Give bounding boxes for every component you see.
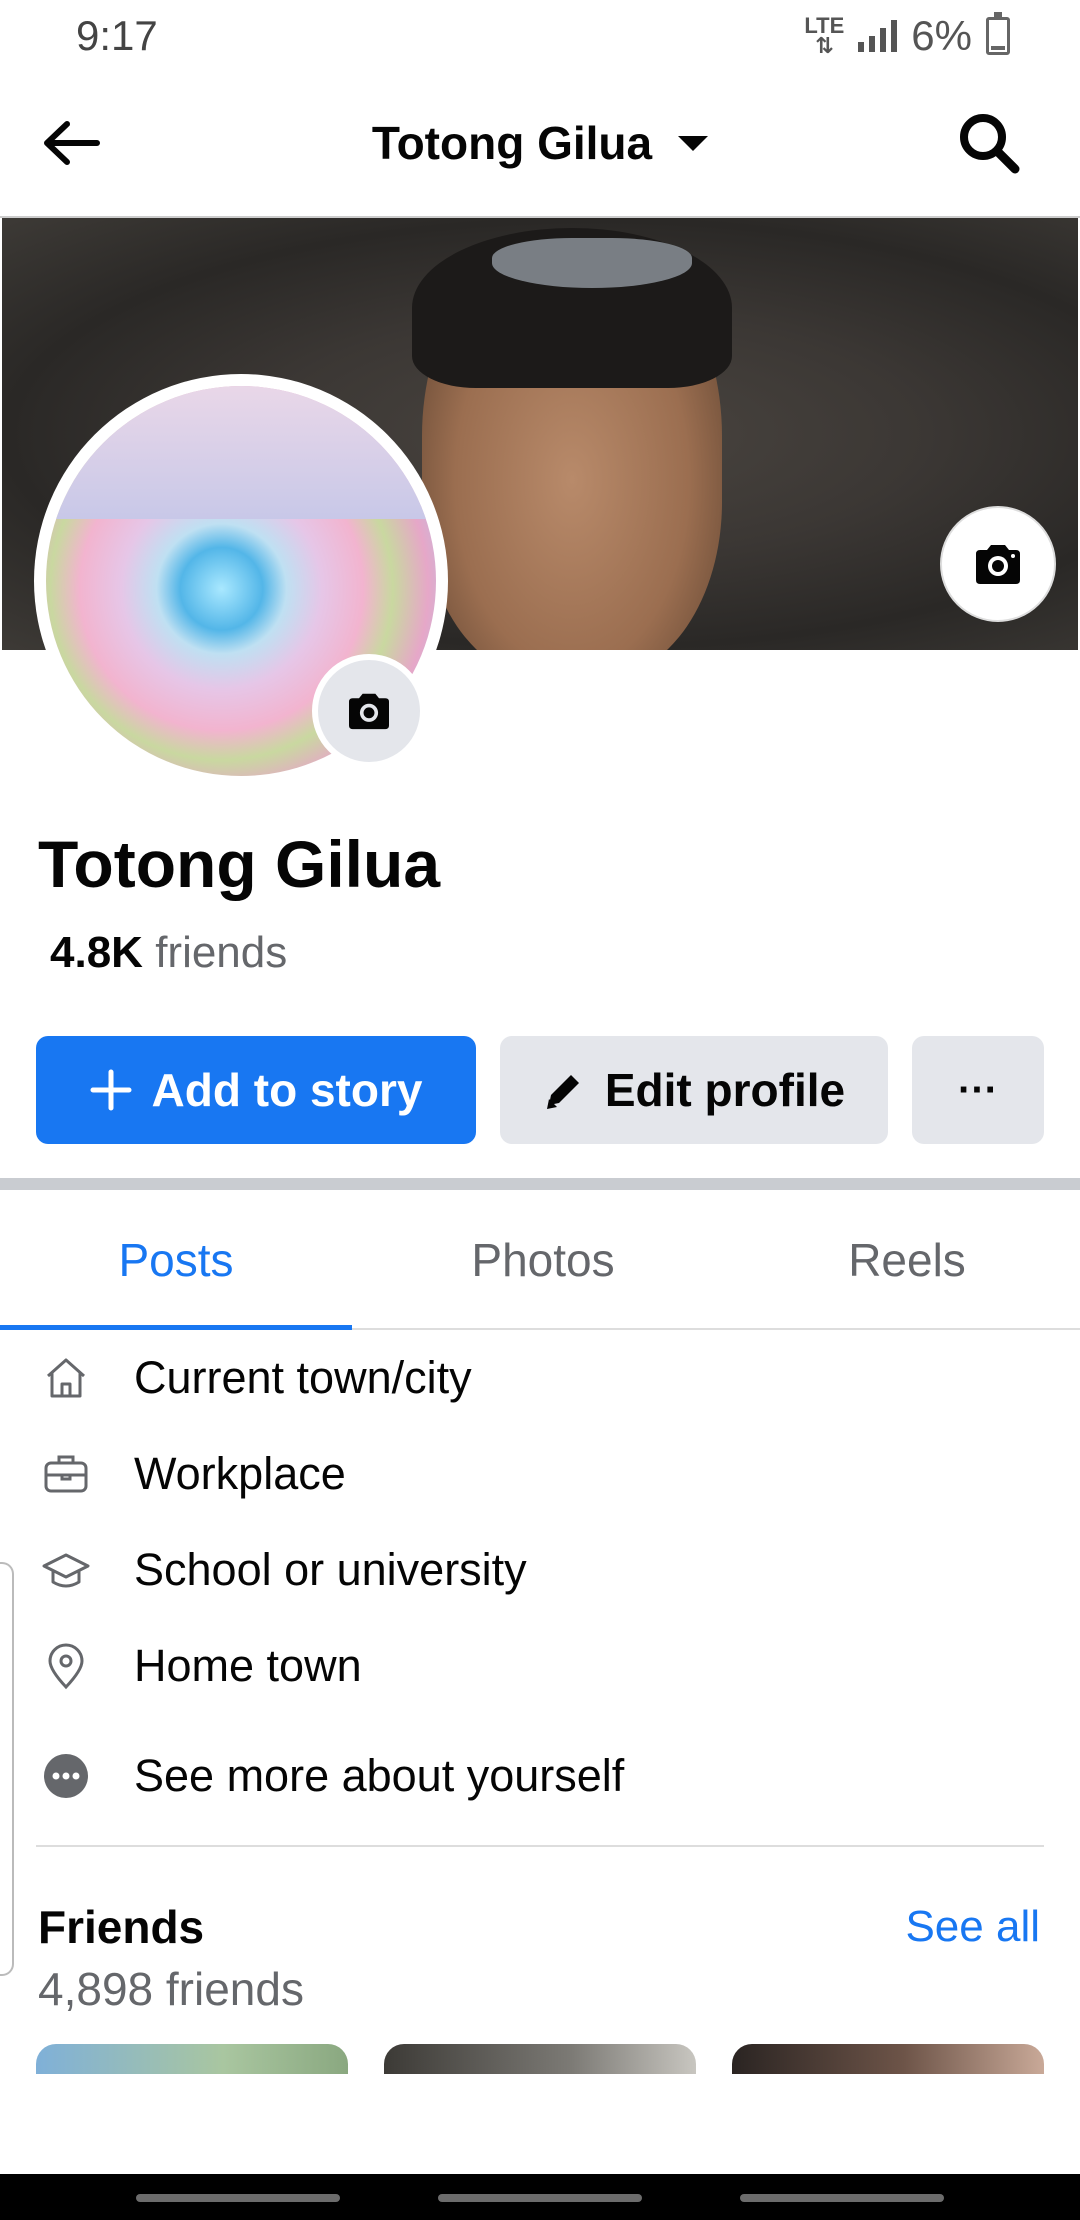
nav-home-button[interactable] — [438, 2194, 642, 2202]
cover-glasses — [492, 238, 692, 288]
friend-thumbnail[interactable] — [732, 2044, 1044, 2074]
nav-recents-button[interactable] — [136, 2194, 340, 2202]
header-title: Totong Gilua — [371, 117, 653, 169]
detail-current-town[interactable]: Current town/city — [0, 1330, 1080, 1426]
see-all-friends-link[interactable]: See all — [905, 1902, 1040, 1952]
status-bar: 9:17 LTE ⇅ 6% — [0, 0, 1080, 72]
battery-percent: 6% — [911, 12, 972, 59]
app-header: Totong Gilua — [0, 72, 1080, 218]
home-icon — [40, 1352, 92, 1404]
lte-icon: LTE ⇅ — [804, 15, 844, 58]
briefcase-icon — [40, 1448, 92, 1500]
add-to-story-label: Add to story — [151, 1064, 423, 1116]
detail-home-town[interactable]: Home town — [0, 1618, 1080, 1714]
camera-icon — [976, 545, 1020, 584]
signal-icon — [858, 20, 898, 52]
profile-switcher[interactable]: Totong Gilua — [0, 116, 1080, 170]
more-options-button[interactable]: ··· — [912, 1036, 1044, 1144]
detail-school[interactable]: School or university — [0, 1522, 1080, 1618]
more-dots-icon: ··· — [958, 1067, 998, 1112]
status-time: 9:17 — [76, 12, 158, 59]
add-to-story-button[interactable]: Add to story — [36, 1036, 476, 1144]
see-more-about-button[interactable]: See more about yourself — [0, 1728, 1080, 1824]
edit-profile-picture-button[interactable] — [312, 654, 426, 768]
friend-thumbnail[interactable] — [384, 2044, 696, 2074]
divider — [36, 1845, 1044, 1847]
friends-count-short: 4.8K — [50, 928, 143, 977]
graduation-cap-icon — [40, 1544, 92, 1596]
profile-tabs: Posts Photos Reels — [0, 1190, 1080, 1330]
status-icons: LTE ⇅ 6% — [804, 12, 1010, 60]
avatar-sky — [46, 386, 436, 519]
chevron-down-icon — [678, 135, 709, 151]
detail-label: See more about yourself — [134, 1750, 625, 1801]
data-arrows-icon: ⇅ — [815, 33, 834, 58]
section-separator — [0, 1178, 1080, 1190]
friends-section-title: Friends — [38, 1901, 205, 1953]
pencil-icon — [546, 1075, 579, 1109]
friends-summary[interactable]: 4.8K friends — [50, 928, 287, 978]
edit-cover-button[interactable] — [940, 506, 1056, 622]
detail-workplace[interactable]: Workplace — [0, 1426, 1080, 1522]
friends-count: 4,898 friends — [38, 1963, 304, 2015]
tab-photos[interactable]: Photos — [352, 1190, 734, 1330]
camera-icon — [349, 693, 389, 730]
location-pin-icon — [40, 1640, 92, 1692]
profile-name: Totong Gilua — [38, 827, 441, 901]
edit-profile-button[interactable]: Edit profile — [500, 1036, 888, 1144]
search-icon — [960, 114, 1020, 174]
battery-icon — [986, 12, 1010, 55]
detail-label: School or university — [134, 1544, 527, 1595]
nav-back-button[interactable] — [740, 2194, 944, 2202]
detail-label: Current town/city — [134, 1352, 472, 1403]
plus-icon — [90, 1069, 132, 1111]
detail-label: Home town — [134, 1640, 362, 1691]
friend-thumbnail[interactable] — [36, 2044, 348, 2074]
friends-label: friends — [155, 928, 288, 977]
tab-reels[interactable]: Reels — [734, 1190, 1080, 1330]
tab-posts[interactable]: Posts — [0, 1190, 352, 1330]
search-button[interactable] — [954, 108, 1024, 178]
system-nav-bar — [0, 2174, 1080, 2220]
detail-label: Workplace — [134, 1448, 346, 1499]
more-dots-icon — [40, 1750, 92, 1802]
edit-profile-label: Edit profile — [604, 1064, 846, 1116]
